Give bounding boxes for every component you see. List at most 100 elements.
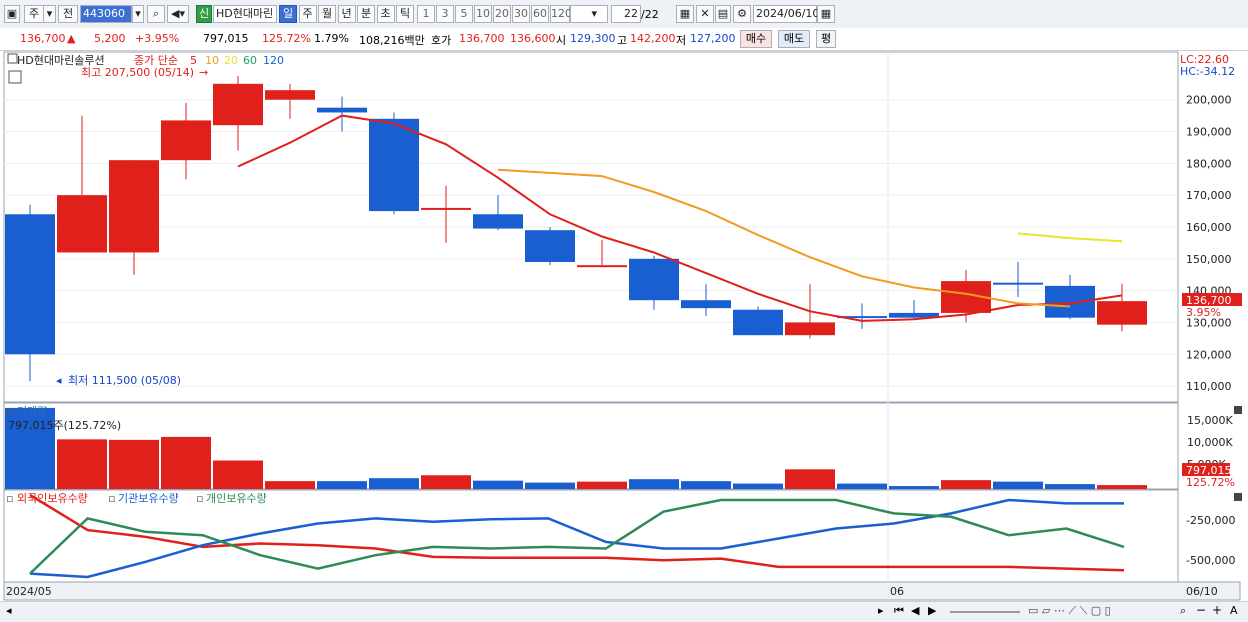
x-label-end: 06/10 (1186, 585, 1218, 598)
ma-period-60: 60 (243, 54, 257, 67)
candle-body (785, 322, 835, 336)
toolbar: ▣ 주 ▾ 전 443060 ▾ ⌕ ◀▾ 신 HD현대마린 일주월년분초틱 1… (0, 0, 1248, 29)
search-icon[interactable]: ⌕ (147, 5, 165, 23)
period-tab-3[interactable]: 년 (337, 5, 356, 23)
x-axis-bar (3, 581, 1241, 601)
page-total-label: /22 (641, 8, 659, 21)
gear-icon[interactable]: ⚙ (733, 5, 751, 23)
stock-name-field[interactable]: HD현대마린 (213, 5, 277, 23)
speaker-icon[interactable]: ◀▾ (167, 5, 189, 23)
scroll-right-icon[interactable]: ▸ (878, 604, 884, 617)
low-price: 127,200 (690, 32, 736, 45)
stock-code-input[interactable]: 443060 (80, 5, 132, 23)
candle-body (733, 309, 783, 336)
bid-price: 136,600 (510, 32, 556, 45)
high-note: 최고 207,500 (05/14) (81, 66, 194, 79)
interval-button-5[interactable]: 30 (512, 5, 530, 23)
up-arrow-icon: ▲ (67, 32, 76, 45)
interval-button-1[interactable]: 3 (436, 5, 454, 23)
period-tab-2[interactable]: 월 (318, 5, 336, 23)
font-size-icon[interactable]: A (1230, 604, 1238, 617)
price-tick: 120,000 (1186, 348, 1232, 361)
volume-bar (421, 475, 471, 489)
calendar-icon[interactable]: ▦ (817, 5, 835, 23)
holdings-collapse-icon[interactable]: ▫ (6, 492, 13, 505)
candle[interactable] (369, 112, 419, 215)
ma-period-20: 20 (224, 54, 238, 67)
change-percent: +3.95% (135, 32, 180, 45)
interval-button-3[interactable]: 10 (474, 5, 492, 23)
legend-sep-1: ▫ (108, 492, 115, 505)
zoom-in-icon[interactable]: + (1212, 603, 1222, 617)
volume-bar (265, 481, 315, 489)
page-count-field[interactable]: 22 (611, 5, 641, 23)
next-page-icon[interactable]: ▶ (928, 604, 936, 617)
volume-note: 797,015주(125.72%) (8, 419, 121, 432)
high-arrow-icon: → (199, 66, 208, 79)
volume-bar (837, 483, 887, 489)
period-tab-1[interactable]: 주 (298, 5, 317, 23)
period-tab-6[interactable]: 틱 (396, 5, 414, 23)
volume-bar (109, 439, 159, 489)
period-tab-0[interactable]: 일 (279, 5, 297, 23)
table-icon[interactable] (8, 70, 22, 84)
candle-body (681, 300, 731, 309)
low-note: 최저 111,500 (05/08) (68, 374, 181, 387)
candle-body (161, 120, 211, 161)
vol-last-pct: 125.72% (1186, 476, 1235, 489)
first-page-icon[interactable]: ⏮ (894, 604, 904, 618)
zoom-out-icon[interactable]: − (1196, 603, 1206, 617)
hold-tick-250k: -250,000 (1186, 514, 1235, 527)
candle[interactable] (525, 227, 575, 266)
zoom-icon[interactable]: ⌕ (1180, 604, 1186, 618)
extra-select[interactable]: ▾ (570, 5, 608, 23)
interval-button-7[interactable]: 120 (550, 5, 572, 23)
interval-button-2[interactable]: 5 (455, 5, 473, 23)
zoom-slider[interactable] (950, 611, 1020, 613)
legend-foreign: 외국인보유수량 (17, 492, 88, 505)
trade-amount: 108,216백만 (359, 34, 425, 47)
grid-icon[interactable]: ▦ (676, 5, 694, 23)
interval-button-4[interactable]: 20 (493, 5, 511, 23)
period-tab-4[interactable]: 분 (357, 5, 375, 23)
prev-page-icon[interactable]: ◀ (911, 604, 919, 617)
scroll-left-icon[interactable]: ◂ (6, 604, 12, 617)
interval-button-6[interactable]: 60 (531, 5, 549, 23)
candle-body (57, 195, 107, 253)
candle[interactable] (733, 306, 783, 336)
avg-button[interactable]: 평 (816, 30, 836, 48)
candle-body (317, 107, 367, 113)
navigation-bar: ◂ ▸ ⏮ ◀ ▶ ▭ ▱ ⋯ ⟋ ⟍ ▢ ▯ ⌕ − + A (0, 601, 1248, 622)
legend-institution: 기관보유수량 (118, 492, 179, 505)
period-tab-5[interactable]: 초 (376, 5, 395, 23)
sell-button[interactable]: 매도 (778, 30, 810, 48)
price-change: 5,200 (94, 32, 126, 45)
candle-body (213, 83, 263, 126)
volume-close-icon[interactable] (1234, 406, 1242, 414)
candle-body (369, 118, 419, 212)
crosshair-icon[interactable]: ✕ (696, 5, 714, 23)
chevron-down-icon[interactable]: ▾ (44, 5, 56, 23)
holdings-close-icon[interactable] (1234, 493, 1242, 501)
stock-type-select[interactable]: 주 (24, 5, 44, 23)
prev-button[interactable]: 전 (58, 5, 78, 23)
drawing-tools-icon[interactable]: ▭ ▱ ⋯ ⟋ ⟍ ▢ ▯ (1028, 604, 1111, 618)
layout-icon[interactable]: ▣ (4, 5, 20, 23)
candle-body (525, 230, 575, 262)
candle-body (1045, 285, 1095, 318)
high-price: 142,200 (630, 32, 676, 45)
volume-collapse-icon[interactable]: ▫ (6, 405, 13, 418)
code-dropdown-icon[interactable]: ▾ (132, 5, 144, 23)
chart-area[interactable]: 200,000 190,000 180,000 170,000 160,000 150,0… (0, 50, 1248, 601)
volume-bar (473, 480, 523, 489)
save-icon[interactable]: ▤ (715, 5, 731, 23)
date-field[interactable]: 2024/06/10 (753, 5, 819, 23)
x-label-mid: 06 (890, 585, 904, 598)
volume-value: 797,015 (203, 32, 249, 45)
volume-bar (525, 482, 575, 489)
current-price: 136,700 (20, 32, 66, 45)
volume-bar (161, 436, 211, 489)
hc-label: HC:-34.12 (1180, 65, 1235, 78)
interval-button-0[interactable]: 1 (417, 5, 435, 23)
buy-button[interactable]: 매수 (740, 30, 772, 48)
